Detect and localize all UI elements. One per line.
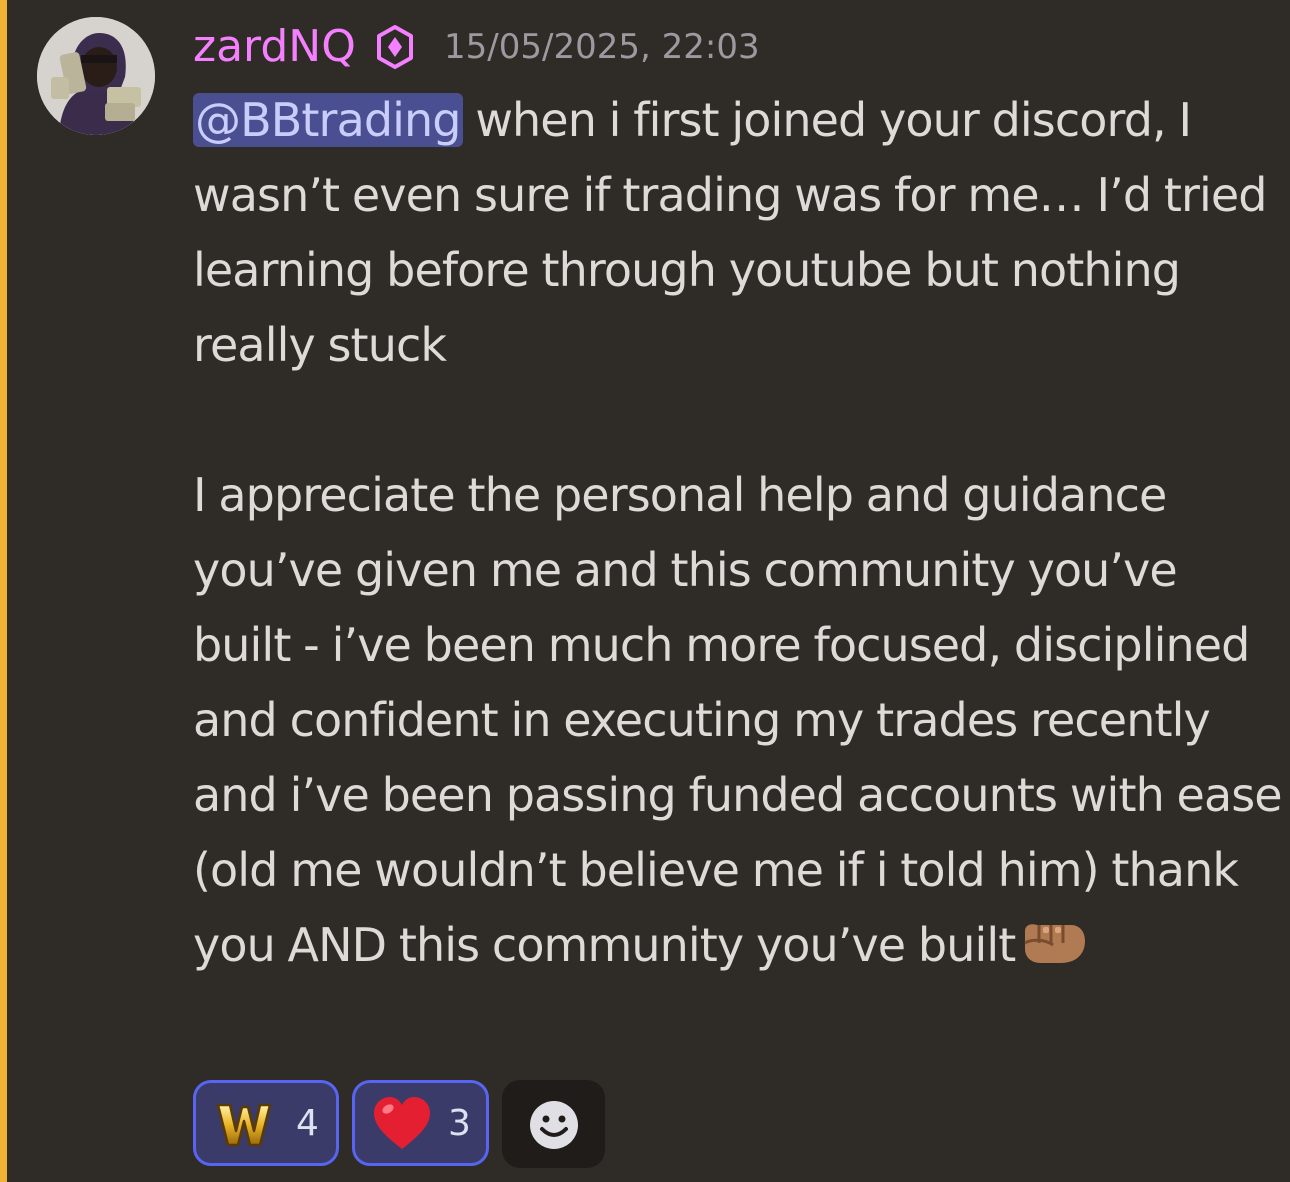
paragraph-text: I appreciate the personal help and guida… — [193, 468, 1283, 972]
reaction-heart[interactable]: 3 — [352, 1080, 489, 1166]
fist-emoji-icon — [1024, 924, 1086, 963]
mention-highlight-bar — [0, 0, 7, 1182]
avatar[interactable] — [37, 17, 155, 135]
gold-w-emoji-icon — [216, 1103, 272, 1147]
author-username[interactable]: zardNQ — [193, 18, 356, 76]
reaction-count: 4 — [296, 1103, 319, 1144]
smiley-icon — [530, 1101, 578, 1149]
message-header: zardNQ 15/05/2025, 22:03 — [193, 18, 760, 76]
message-timestamp[interactable]: 15/05/2025, 22:03 — [444, 18, 760, 76]
user-mention[interactable]: @BBtrading — [193, 93, 463, 147]
reaction-count: 3 — [448, 1103, 471, 1144]
hexagon-role-icon[interactable] — [375, 24, 415, 70]
message-content: @BBtrading when i first joined your disc… — [193, 83, 1283, 983]
reaction-w[interactable]: 4 — [193, 1080, 339, 1166]
message-paragraph: @BBtrading when i first joined your disc… — [193, 83, 1283, 383]
add-reaction-button[interactable] — [502, 1080, 605, 1168]
heart-emoji-icon — [374, 1097, 430, 1149]
user-avatar-icon — [37, 17, 155, 135]
message-paragraph: I appreciate the personal help and guida… — [193, 458, 1283, 983]
